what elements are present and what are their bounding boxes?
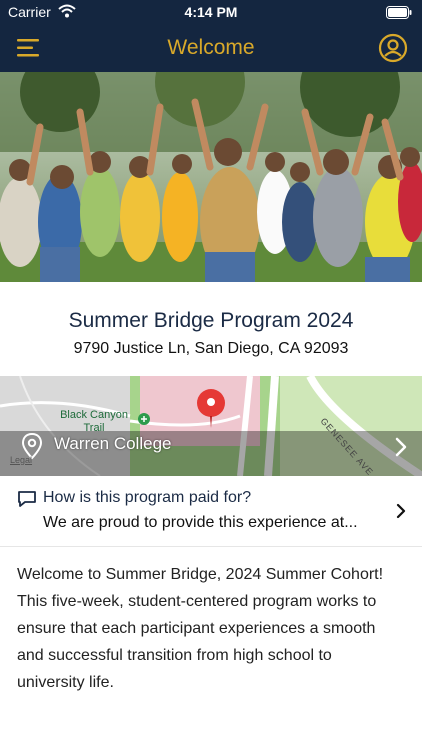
payment-question: How is this program paid for? — [43, 489, 252, 506]
chevron-right-icon — [396, 503, 406, 524]
program-info: Summer Bridge Program 2024 9790 Justice … — [0, 282, 422, 376]
payment-info-row[interactable]: How is this program paid for? We are pro… — [0, 476, 422, 547]
battery-icon — [386, 6, 412, 24]
status-time: 4:14 PM — [184, 4, 238, 20]
program-address: 9790 Justice Ln, San Diego, CA 92093 — [73, 340, 349, 357]
map-pin-icon — [194, 388, 228, 433]
navigation-bar: Welcome — [0, 24, 422, 72]
account-icon[interactable] — [378, 33, 408, 63]
payment-answer: We are proud to provide this experience … — [43, 514, 358, 531]
hero-photo — [0, 72, 422, 282]
page-title: Welcome — [167, 36, 255, 59]
trail-label: Black Canyon Trail — [60, 409, 128, 434]
location-map[interactable]: Black Canyon Trail GENESEE AVE Warren Co… — [0, 376, 422, 476]
program-name: Summer Bridge Program 2024 — [68, 309, 354, 332]
chat-bubble-icon — [17, 489, 37, 514]
status-bar: Carrier 4:14 PM — [0, 0, 422, 24]
program-description: Welcome to Summer Bridge, 2024 Summer Co… — [17, 566, 384, 691]
chevron-right-icon[interactable] — [394, 436, 408, 463]
map-legal-link[interactable]: Legal — [10, 455, 32, 465]
location-label: Warren College — [54, 434, 172, 453]
